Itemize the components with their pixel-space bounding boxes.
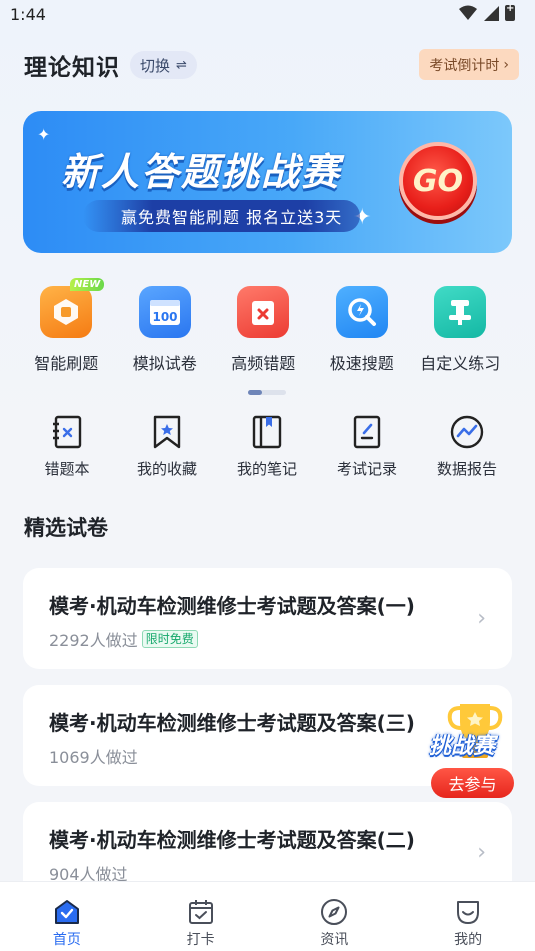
quick-item-label: 高频错题 (231, 354, 296, 373)
tools-grid: 错题本 我的收藏 我的笔记 考试记录 数据报告 (17, 414, 517, 479)
tool-bookmarks[interactable]: 我的收藏 (117, 414, 217, 479)
chevron-right-icon: › (503, 56, 509, 73)
custom-practice-icon (434, 286, 487, 338)
smart-practice-icon: NEW (40, 278, 105, 338)
calendar-check-icon (188, 900, 213, 924)
tool-label: 我的笔记 (236, 460, 297, 478)
switch-button[interactable]: 切换 ⇌ (130, 51, 197, 79)
paper-count: 1069人做过 (49, 748, 138, 767)
quick-grid: NEW 智能刷题 100 模拟试卷 高频错题 极速搜题 自定义练习 (17, 278, 517, 374)
quick-item-label: 智能刷题 (34, 354, 99, 373)
status-bar: 1:44 (0, 0, 535, 30)
paper-title: 模考·机动车检测维修士考试题及答案(三) (49, 711, 415, 735)
quick-item-quick-search[interactable]: 极速搜题 (313, 286, 412, 374)
quick-item-label: 极速搜题 (329, 354, 394, 373)
paper-card[interactable]: 模考·机动车检测维修士考试题及答案(一) 2292人做过 限时免费 › (23, 568, 512, 669)
page-title: 理论知识 (24, 55, 120, 81)
tool-label: 错题本 (44, 460, 90, 478)
signal-icon (484, 6, 499, 21)
exam-countdown-button[interactable]: 考试倒计时 › (419, 49, 519, 80)
tab-home[interactable]: 首页 (0, 882, 134, 951)
sparkle-icon: ✦ (37, 125, 51, 144)
chevron-right-icon: › (477, 840, 486, 865)
status-time: 1:44 (10, 5, 46, 24)
switch-label: 切换 (140, 56, 171, 75)
notes-icon (252, 415, 282, 449)
tab-checkin[interactable]: 打卡 (134, 882, 268, 951)
tab-label: 我的 (454, 932, 483, 948)
quick-item-frequent-mistakes[interactable]: 高频错题 (214, 286, 313, 374)
chevron-right-icon: › (477, 606, 486, 631)
data-report-icon (450, 415, 484, 449)
floating-challenge-widget[interactable]: 挑战赛 去参与 (428, 700, 520, 800)
section-title: 精选试卷 (24, 516, 108, 540)
free-tag: 限时免费 (141, 630, 198, 648)
tab-label: 资讯 (320, 932, 349, 948)
quick-search-icon (335, 286, 388, 338)
page-indicator (248, 390, 286, 395)
join-challenge-button[interactable]: 去参与 (431, 768, 514, 798)
tool-label: 我的收藏 (136, 460, 197, 478)
banner-subtitle: 赢免费智能刷题 报名立送3天 (83, 200, 361, 232)
countdown-label: 考试倒计时 (429, 57, 500, 74)
go-button[interactable]: GO (399, 142, 477, 220)
status-icons (459, 3, 515, 21)
tab-profile[interactable]: 我的 (401, 882, 535, 951)
new-badge: NEW (70, 278, 105, 291)
wifi-icon (459, 5, 477, 20)
tool-mistake-book[interactable]: 错题本 (17, 414, 117, 479)
frequent-mistakes-icon (237, 286, 290, 338)
tab-news[interactable]: 资讯 (268, 882, 402, 951)
paper-title: 模考·机动车检测维修士考试题及答案(一) (49, 594, 415, 618)
swap-icon: ⇌ (176, 57, 187, 73)
mock-paper-icon: 100 (138, 286, 191, 338)
header: 理论知识 切换 ⇌ (24, 48, 197, 82)
paper-meta: 2292人做过 限时免费 (49, 627, 198, 651)
quick-item-label: 自定义练习 (420, 354, 501, 373)
quick-item-custom-practice[interactable]: 自定义练习 (411, 286, 510, 374)
tool-notes[interactable]: 我的笔记 (217, 414, 317, 479)
paper-title: 模考·机动车检测维修士考试题及答案(二) (49, 828, 415, 852)
challenge-banner[interactable]: ✦ ✦ 新人答题挑战赛 赢免费智能刷题 报名立送3天 GO (23, 111, 512, 253)
battery-icon (505, 3, 515, 21)
quick-item-smart-practice[interactable]: NEW 智能刷题 (17, 278, 116, 374)
quick-item-label: 模拟试卷 (132, 354, 197, 373)
exam-record-icon (353, 415, 381, 449)
tool-exam-records[interactable]: 考试记录 (317, 414, 417, 479)
profile-icon (457, 901, 480, 924)
bottom-tab-bar: 首页 打卡 资讯 我的 (0, 881, 535, 951)
quick-item-mock-paper[interactable]: 100 模拟试卷 (116, 286, 215, 374)
tool-label: 考试记录 (336, 460, 397, 478)
tab-label: 打卡 (186, 932, 215, 948)
paper-count: 2292人做过 (49, 631, 138, 650)
bookmark-icon (153, 415, 181, 449)
mock-paper-icon-text: 100 (152, 310, 177, 324)
tool-data-report[interactable]: 数据报告 (417, 414, 517, 479)
compass-icon (321, 899, 348, 925)
tool-label: 数据报告 (436, 460, 497, 478)
banner-title: 新人答题挑战赛 (61, 150, 342, 194)
paper-meta: 1069人做过 (49, 744, 138, 768)
challenge-title: 挑战赛 (429, 734, 496, 759)
tab-label: 首页 (52, 932, 81, 948)
home-icon (54, 900, 79, 924)
mistake-book-icon (53, 415, 82, 449)
